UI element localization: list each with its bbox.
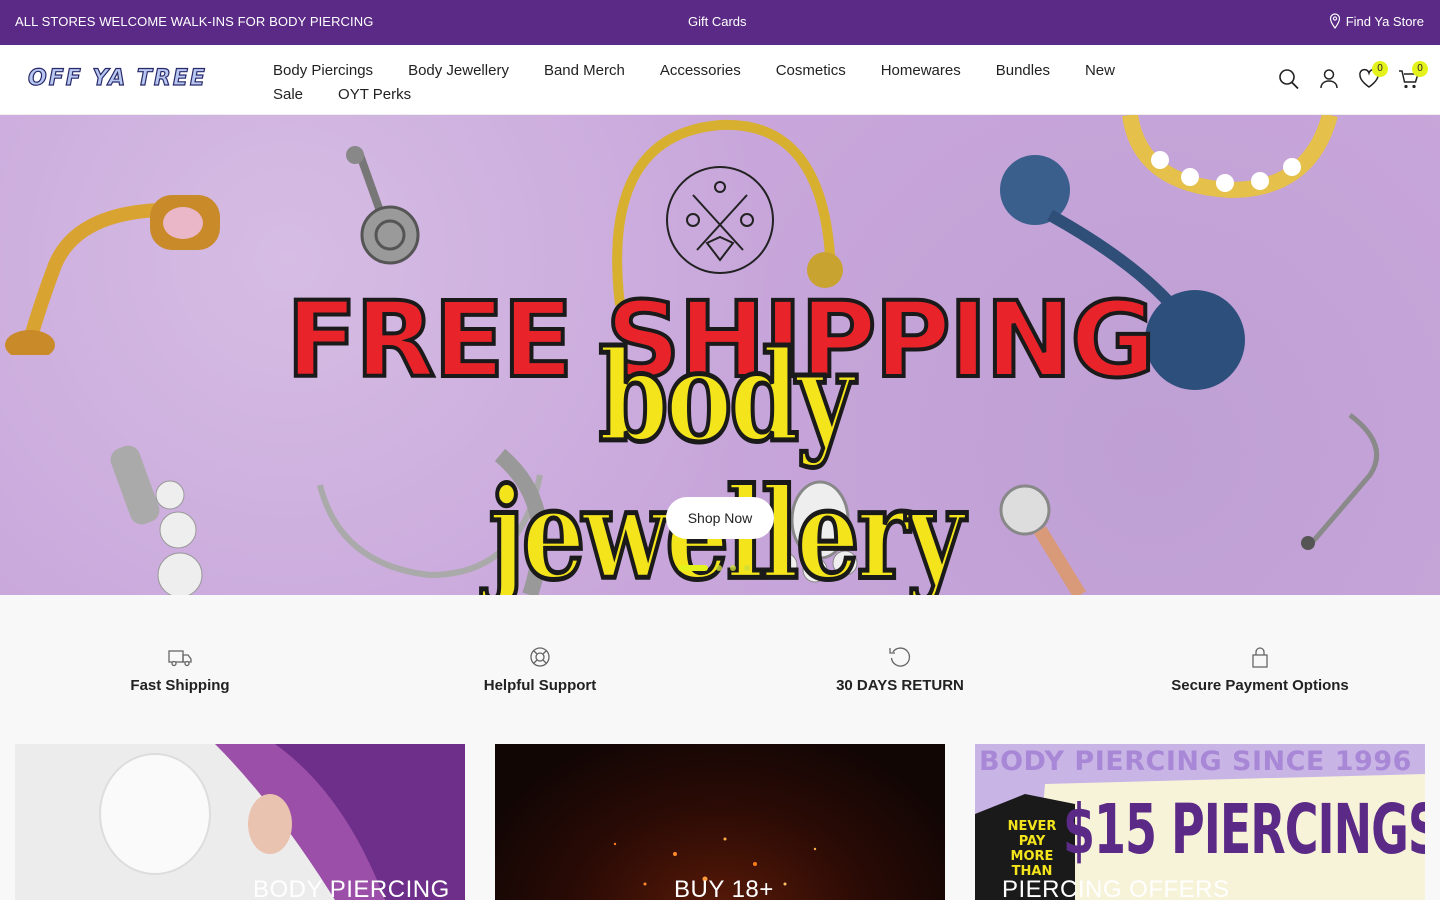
- nav-item-sale[interactable]: Sale: [273, 86, 303, 103]
- gold-clicker-ring-image: [1122, 115, 1338, 199]
- fifteen-piercings-text: $15 PIERCINGS: [1063, 788, 1425, 870]
- account-button[interactable]: [1318, 67, 1340, 91]
- feature-helpful-support: Helpful Support: [360, 645, 720, 694]
- promo-card-title: PIERCING OFFERS: [1002, 876, 1230, 900]
- site-logo[interactable]: OFF YA TREE: [27, 65, 220, 93]
- truck-icon: [168, 650, 192, 667]
- lock-icon: [1252, 647, 1268, 668]
- header-actions: 0 0: [1278, 61, 1428, 91]
- find-store-link[interactable]: Find Ya Store: [1329, 13, 1424, 29]
- nav-item-body-jewellery[interactable]: Body Jewellery: [408, 62, 509, 79]
- feature-label: 30 DAYS RETURN: [836, 677, 964, 694]
- announcement-bar: ALL STORES WELCOME WALK-INS FOR BODY PIE…: [0, 0, 1440, 45]
- slider-dot-2[interactable]: [716, 565, 722, 571]
- nav-item-homewares[interactable]: Homewares: [881, 62, 961, 79]
- site-header: OFF YA TREE Body Piercings Body Jeweller…: [0, 45, 1440, 115]
- nose-screw-image: [1301, 413, 1380, 550]
- nav-item-body-piercings[interactable]: Body Piercings: [273, 62, 373, 79]
- nav-item-bundles[interactable]: Bundles: [996, 62, 1050, 79]
- rose-barbell-image: [346, 146, 420, 265]
- user-icon: [1320, 69, 1338, 89]
- announcement-text: ALL STORES WELCOME WALK-INS FOR BODY PIE…: [15, 14, 374, 29]
- hero-banner: FREE SHIPPING body jewellery Shop Now: [0, 115, 1440, 595]
- main-nav: Body Piercings Body Jewellery Band Merch…: [273, 58, 1173, 106]
- nav-item-cosmetics[interactable]: Cosmetics: [776, 62, 846, 79]
- nav-row-2: Sale OYT Perks: [273, 82, 1173, 106]
- nav-item-accessories[interactable]: Accessories: [660, 62, 741, 79]
- promo-card-buy-18[interactable]: BUY 18+: [495, 744, 945, 900]
- promo-banner-text: BODY PIERCING SINCE 1996: [979, 746, 1412, 777]
- feature-label: Secure Payment Options: [1171, 677, 1349, 694]
- find-store-label: Find Ya Store: [1345, 13, 1424, 29]
- feature-label: Helpful Support: [483, 677, 597, 694]
- wishlist-button[interactable]: 0: [1358, 61, 1388, 91]
- slider-dot-4[interactable]: [744, 565, 750, 571]
- promo-card-body-piercing[interactable]: BODY PIERCING: [15, 744, 465, 900]
- map-pin-icon: [1329, 13, 1340, 29]
- curved-barbell-gold-image: [5, 195, 220, 355]
- promo-card-title: BUY 18+: [674, 876, 774, 900]
- promo-card-title: BODY PIERCING: [253, 876, 450, 900]
- feature-label: Fast Shipping: [130, 677, 230, 694]
- slider-pagination: [678, 565, 750, 571]
- hero-subheadline: body jewellery: [487, 322, 967, 595]
- logo-text: OFF YA TREE: [27, 65, 207, 91]
- nav-item-oyt-perks[interactable]: OYT Perks: [338, 86, 411, 103]
- slider-dot-3[interactable]: [730, 565, 736, 571]
- nav-item-new[interactable]: New: [1085, 62, 1115, 79]
- cart-button[interactable]: 0: [1398, 61, 1428, 91]
- never-pay-badge: NEVER PAY MORE THAN: [1007, 819, 1057, 879]
- feature-30-days-return: 30 DAYS RETURN: [720, 645, 1080, 694]
- nav-item-band-merch[interactable]: Band Merch: [544, 62, 625, 79]
- refresh-icon: [889, 647, 911, 667]
- shop-now-button[interactable]: Shop Now: [666, 497, 774, 539]
- crystal-drop-image: [110, 445, 203, 595]
- search-button[interactable]: [1278, 67, 1300, 91]
- cart-count-badge: 0: [1412, 61, 1428, 77]
- promo-card-piercing-offers[interactable]: BODY PIERCING SINCE 1996 NEVER PAY MORE …: [975, 744, 1425, 900]
- features-row: Fast Shipping Helpful Support 30 DAYS RE…: [0, 595, 1440, 744]
- slider-dot-1[interactable]: [678, 565, 708, 571]
- tattoo-emblem-logo: [666, 166, 774, 274]
- wishlist-count-badge: 0: [1372, 61, 1388, 77]
- nav-row-1: Body Piercings Body Jewellery Band Merch…: [273, 58, 1173, 82]
- search-icon: [1279, 69, 1299, 90]
- lifebuoy-icon: [530, 647, 550, 667]
- gift-cards-link[interactable]: Gift Cards: [688, 14, 747, 29]
- feature-secure-payment: Secure Payment Options: [1080, 645, 1440, 694]
- feature-fast-shipping: Fast Shipping: [0, 645, 360, 694]
